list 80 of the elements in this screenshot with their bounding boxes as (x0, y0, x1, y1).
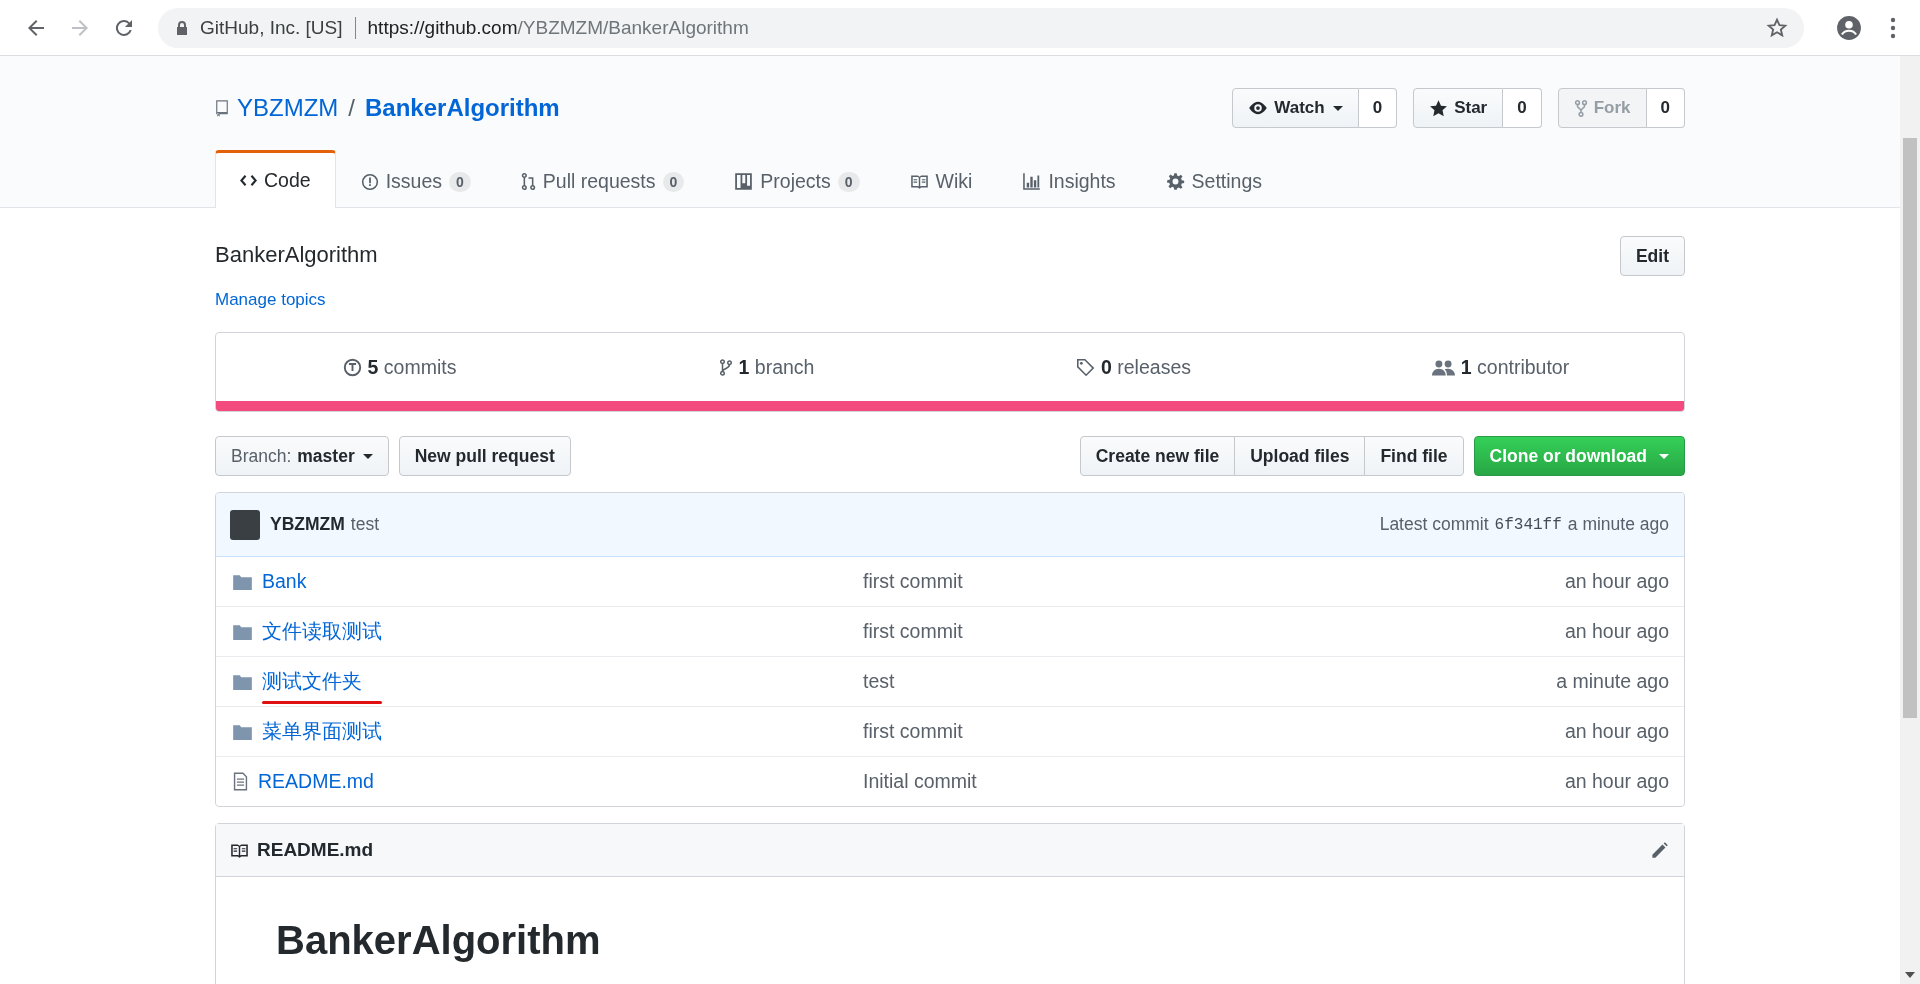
caret-icon (1659, 453, 1669, 459)
repo-tab[interactable]: Issues 0 (335, 152, 496, 208)
repo-tab[interactable]: Wiki (884, 152, 998, 208)
commit-age: an hour ago (1564, 770, 1669, 793)
url-path: /YBZMZM/BankerAlgorithm (517, 16, 749, 39)
repository-icon (215, 98, 229, 118)
file-icon (233, 772, 248, 791)
repo-tab[interactable]: Projects 0 (709, 152, 885, 208)
path-separator: / (348, 94, 355, 122)
repo-tab[interactable]: Code (215, 150, 336, 208)
caret-icon (362, 453, 373, 459)
bookmark-star-icon[interactable] (1766, 16, 1788, 39)
commit-message-link[interactable]: test (350, 514, 380, 535)
readme-title: README.md (257, 839, 374, 861)
project-board-icon (734, 172, 754, 191)
folder-icon (233, 673, 252, 690)
file-name-link[interactable]: README.md (258, 770, 374, 792)
repo-description: BankerAlgorithm (215, 242, 378, 268)
menu-icon[interactable] (1890, 16, 1896, 39)
file-action-button[interactable]: Upload files (1234, 436, 1366, 476)
folder-icon (233, 573, 252, 590)
account-icon[interactable] (1836, 14, 1862, 41)
manage-topics-link[interactable]: Manage topics (215, 290, 326, 310)
folder-icon (233, 723, 252, 740)
issue-icon (360, 172, 379, 191)
bar-graph-icon (1022, 172, 1042, 191)
commit-age: an hour ago (1564, 720, 1669, 743)
edit-button[interactable]: Edit (1619, 236, 1685, 276)
pencil-icon[interactable] (1650, 840, 1669, 860)
commit-message-link[interactable]: first commit (863, 720, 1565, 743)
commit-message-link[interactable]: test (863, 670, 1557, 693)
fork-icon (1573, 98, 1588, 118)
star-icon (1429, 98, 1449, 118)
url-host: https://github.com (367, 16, 518, 39)
commit-message-link[interactable]: Initial commit (863, 770, 1565, 793)
commit-age: a minute ago (1556, 670, 1669, 693)
stat-link[interactable]: 1 branch (583, 333, 950, 401)
file-name-link[interactable]: 菜单界面测试 (262, 720, 382, 742)
file-action-button[interactable]: Create new file (1079, 436, 1236, 476)
file-name-link[interactable]: 文件读取测试 (262, 620, 382, 642)
settings-icon (1165, 172, 1185, 191)
repo-tab[interactable]: Settings (1140, 152, 1288, 208)
commit-age: an hour ago (1564, 570, 1669, 593)
latest-commit-label: Latest commit (1379, 514, 1489, 535)
site-identity: GitHub, Inc. [US] (200, 16, 343, 39)
stat-link[interactable]: 0 releases (950, 333, 1317, 401)
tag-icon (1076, 357, 1095, 377)
tab-counter: 0 (662, 171, 685, 192)
tab-counter: 0 (837, 171, 860, 192)
commit-sha-link[interactable]: 6f341ff (1494, 515, 1562, 534)
repo-tab[interactable]: Insights (997, 152, 1141, 208)
commit-age: an hour ago (1564, 620, 1669, 643)
commit-message-link[interactable]: first commit (863, 620, 1565, 643)
avatar-placeholder (230, 509, 260, 540)
lock-icon[interactable] (176, 19, 188, 36)
file-action-button[interactable]: Find file (1364, 436, 1464, 476)
watch-button[interactable]: Watch (1232, 88, 1359, 128)
tab-counter: 0 (449, 171, 471, 192)
file-name-link[interactable]: 测试文件夹 (262, 670, 362, 692)
stat-link[interactable]: 5 commits (216, 333, 583, 401)
scrollbar-drawing[interactable] (1900, 56, 1920, 984)
branch-icon (718, 357, 733, 377)
star-count[interactable]: 0 (1503, 88, 1542, 128)
stat-link[interactable]: 1 contributor (1317, 333, 1684, 401)
commit-time: a minute ago (1567, 514, 1669, 535)
commit-author-link[interactable]: YBZMZM (270, 514, 345, 535)
watch-count[interactable]: 0 (1358, 88, 1398, 128)
readme-heading: BankerAlgorithm (276, 917, 602, 963)
folder-icon (233, 623, 252, 640)
repo-owner-link[interactable]: YBZMZM (237, 94, 339, 122)
new-pull-request-button[interactable]: New pull request (398, 436, 571, 476)
repo-name-link[interactable]: BankerAlgorithm (365, 94, 560, 122)
branch-select-button[interactable]: Branch: master (215, 436, 389, 476)
repo-tab[interactable]: Pull requests 0 (495, 152, 710, 208)
file-name-link[interactable]: Bank (262, 570, 307, 592)
address-bar[interactable]: GitHub, Inc. [US] https://github.com/YBZMZM/BankerAlgorithm (158, 7, 1804, 48)
commit-message-link[interactable]: first commit (863, 570, 1565, 593)
pull-request-icon (520, 172, 536, 191)
star-button[interactable]: Star (1413, 88, 1504, 128)
caret-icon (1332, 105, 1343, 111)
